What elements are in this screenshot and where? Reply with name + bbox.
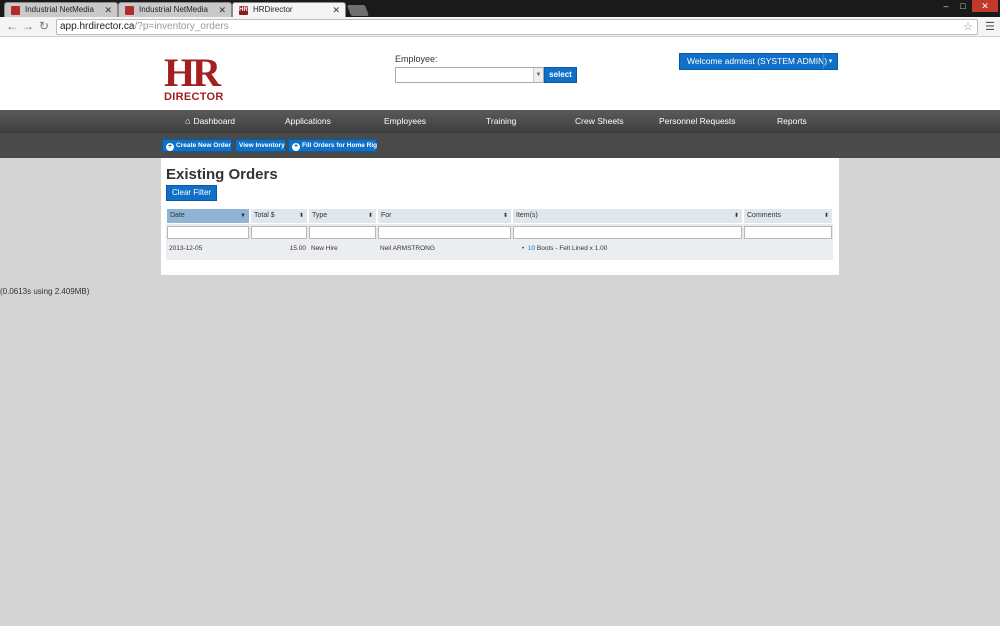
filter-total-input[interactable] [251,226,307,239]
page-title: Existing Orders [166,166,278,183]
orders-panel: Existing Orders Clear Filter Date ▼ Tota… [161,158,839,275]
create-new-order-button[interactable]: + Create New Order [162,139,232,152]
clear-filter-button[interactable]: Clear Filter [166,185,217,201]
forward-arrow-icon[interactable]: → [22,19,34,33]
browser-tabstrip: Industrial NetMedia ✕ Industrial NetMedi… [0,0,1000,17]
fill-orders-button[interactable]: + Fill Orders for Home Rig [288,139,377,152]
filter-date-input[interactable] [167,226,249,239]
cell-total: 15.00 [289,245,306,252]
filter-items-cell [512,224,743,239]
sort-icon: ⬍ [367,213,373,219]
column-header-label: Item(s) [516,212,538,219]
column-header-label: Comments [747,212,781,219]
employee-select-button[interactable]: select [544,67,577,83]
browser-tab-2[interactable]: Industrial NetMedia ✕ [118,2,232,17]
nav-item-crew-sheets[interactable]: Crew Sheets [575,110,624,133]
hrdirector-logo[interactable]: HR DIRECTOR [164,50,226,105]
browser-toolbar: ← → ↻ app.hrdirector.ca/?p=inventory_ord… [0,17,1000,37]
sort-desc-icon: ▼ [240,213,246,219]
plus-circle-icon: + [166,143,174,151]
filter-items-input[interactable] [513,226,742,239]
welcome-label: Welcome admtest (SYSTEM ADMIN) [687,56,828,66]
logo-director-text: DIRECTOR [164,91,224,103]
column-header-total[interactable]: Total $ ⬍ [250,208,308,224]
browser-tab-1[interactable]: Industrial NetMedia ✕ [4,2,118,17]
browser-menu-icon[interactable]: ☰ [985,20,995,33]
cell-type: New Hire [311,245,338,252]
employee-select[interactable]: ▼ [395,67,544,83]
site-favicon-icon [125,6,134,15]
new-tab-button[interactable] [346,5,370,16]
close-tab-icon[interactable]: ✕ [104,5,112,16]
hr-favicon-icon: HR [239,6,248,15]
sort-icon: ⬍ [502,213,508,219]
back-arrow-icon[interactable]: ← [6,19,18,33]
column-header-label: Type [312,212,328,219]
logo-hr-text: HR [164,50,221,95]
view-inventory-button[interactable]: View Inventory [235,139,286,152]
column-header-label: For [381,212,392,219]
filter-date-cell [166,224,250,239]
nav-item-dashboard[interactable]: ⌂ Dashboard [185,110,235,133]
close-tab-icon[interactable]: ✕ [218,5,226,16]
employee-label: Employee: [395,54,438,64]
nav-item-personnel-requests[interactable]: Personnel Requests [659,110,736,133]
filter-for-cell [377,224,512,239]
minimize-icon[interactable]: – [938,0,954,12]
filter-comments-input[interactable] [744,226,832,239]
reload-icon[interactable]: ↻ [39,19,49,33]
column-header-items[interactable]: Item(s) ⬍ [512,208,743,224]
user-menu-button[interactable]: Welcome admtest (SYSTEM ADMIN) ▾ [679,53,838,70]
window-close-icon[interactable]: ✕ [972,0,998,12]
column-header-date[interactable]: Date ▼ [166,208,250,224]
render-stats: (0.0613s using 2.409MB) [0,287,90,296]
column-header-comments[interactable]: Comments ⬍ [743,208,833,224]
main-nav: ⌂ Dashboard Applications Employees Traini… [0,110,1000,133]
sort-icon: ⬍ [823,213,829,219]
cell-items: • 10 Boots - Felt Lined x 1.00 [522,245,607,252]
site-favicon-icon [11,6,20,15]
url-host: app.hrdirector.ca [60,21,135,32]
page-header: HR DIRECTOR Employee: ▼ select Welcome a… [0,37,1000,110]
filter-for-input[interactable] [378,226,511,239]
nav-item-label: Dashboard [193,116,236,126]
table-row[interactable]: 2013-12-05 15.00 New Hire Neil ARMSTRONG… [166,239,833,260]
fill-orders-label: Fill Orders for Home Rig [302,142,378,149]
nav-item-training[interactable]: Training [486,110,516,133]
filter-comments-cell [743,224,833,239]
chevron-down-icon: ▾ [823,54,837,69]
browser-tab-3[interactable]: HR HRDirector ✕ [232,2,346,17]
close-tab-icon[interactable]: ✕ [332,5,340,16]
plus-circle-icon: + [292,143,300,151]
address-bar[interactable]: app.hrdirector.ca/?p=inventory_orders ☆ [56,19,978,35]
column-header-for[interactable]: For ⬍ [377,208,512,224]
maximize-icon[interactable]: □ [955,0,971,12]
chevron-down-icon: ▼ [533,68,543,82]
filter-total-cell [250,224,308,239]
create-order-label: Create New Order [176,142,231,149]
nav-item-reports[interactable]: Reports [777,110,807,133]
column-header-label: Total $ [254,212,275,219]
sub-nav: + Create New Order View Inventory + Fill O… [0,133,1000,158]
tab-title: Industrial NetMedia [139,5,208,14]
tab-title: HRDirector [253,5,293,14]
nav-item-applications[interactable]: Applications [285,110,331,133]
bookmark-star-icon[interactable]: ☆ [963,20,973,33]
url-path: /?p=inventory_orders [134,21,229,32]
sort-icon: ⬍ [733,213,739,219]
item-description: Boots - Felt Lined x 1.00 [535,245,608,252]
column-header-label: Date [170,212,185,219]
tab-title: Industrial NetMedia [25,5,94,14]
filter-type-input[interactable] [309,226,376,239]
nav-item-employees[interactable]: Employees [384,110,426,133]
sort-icon: ⬍ [298,213,304,219]
column-header-type[interactable]: Type ⬍ [308,208,377,224]
cell-for: Neil ARMSTRONG [380,245,435,252]
cell-date: 2013-12-05 [169,245,203,252]
home-icon: ⌂ [185,116,191,126]
filter-type-cell [308,224,377,239]
